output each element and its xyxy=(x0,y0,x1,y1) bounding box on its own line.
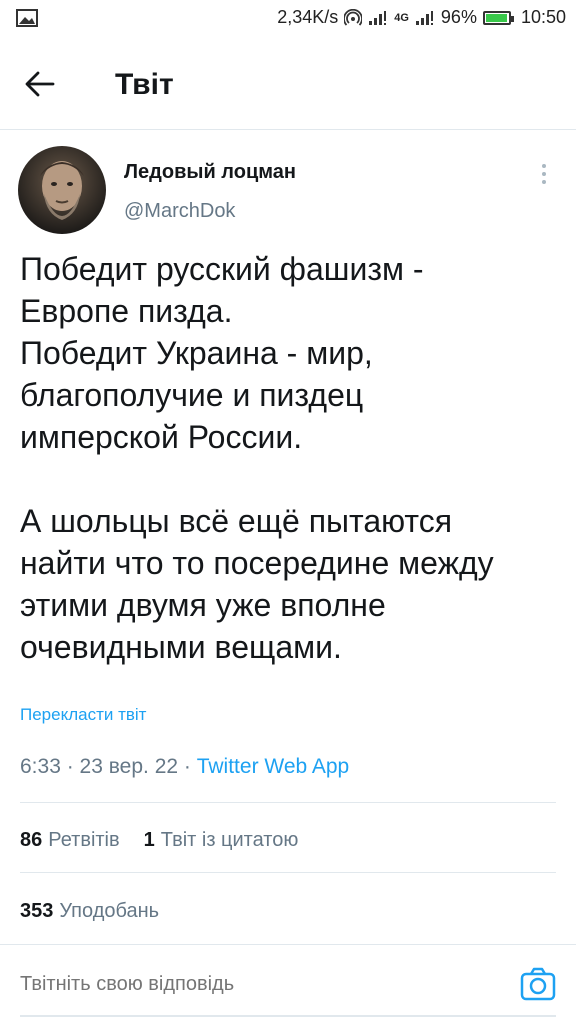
likes-count: 353 xyxy=(20,900,54,922)
reply-underline xyxy=(20,1015,556,1017)
likes-stat[interactable]: 353 Уподобань xyxy=(20,900,159,923)
signal-icon-2 xyxy=(415,10,435,26)
arrow-left-icon xyxy=(25,71,55,97)
quotes-label: Твіт із цитатою xyxy=(160,829,299,851)
app-header: Твіт xyxy=(0,38,576,130)
more-options-button[interactable] xyxy=(534,160,554,188)
battery-level xyxy=(485,13,507,22)
dot xyxy=(542,180,546,184)
clock: 10:50 xyxy=(520,7,566,27)
signal-icon xyxy=(368,10,388,26)
tweet-meta: 6:33 · 23 вер. 22 · Twitter Web App xyxy=(20,755,349,779)
quotes-count: 1 xyxy=(143,829,155,851)
tweet-text: Победит русский фашизм - Европе пизда. П… xyxy=(20,251,494,665)
camera-icon xyxy=(520,967,556,1001)
retweets-label: Ретвітів xyxy=(48,829,120,851)
network-type-icon: 4G xyxy=(394,12,409,24)
battery-icon xyxy=(482,10,514,25)
status-bar: 2,34K/s 4G 96% 10:50 xyxy=(0,0,576,38)
retweets-count: 86 xyxy=(20,829,43,851)
network-type: 4G xyxy=(394,11,409,24)
tweet-source-link[interactable]: Twitter Web App xyxy=(197,755,350,778)
back-button[interactable] xyxy=(18,66,62,102)
gallery-notification-icon xyxy=(16,9,38,27)
tweet-time: 6:33 xyxy=(20,755,61,778)
dot xyxy=(542,172,546,176)
translate-tweet-link[interactable]: Перекласти твіт xyxy=(20,705,146,725)
likes-label: Уподобань xyxy=(59,900,160,922)
divider xyxy=(20,802,556,803)
avatar[interactable] xyxy=(18,146,106,234)
retweets-stat[interactable]: 86 Ретвітів xyxy=(20,829,120,852)
network-speed: 2,34K/s xyxy=(277,7,339,27)
divider xyxy=(20,872,556,873)
separator: · xyxy=(183,755,197,778)
battery-percent: 96% xyxy=(440,7,477,27)
like-stats: 353 Уподобань xyxy=(20,900,159,923)
page-title: Твіт xyxy=(115,68,174,101)
author-handle[interactable]: @MarchDok xyxy=(124,200,235,223)
quotes-stat[interactable]: 1 Твіт із цитатою xyxy=(144,829,299,852)
author-name[interactable]: Ледовый лоцман xyxy=(124,161,296,184)
hotspot-icon xyxy=(344,8,363,27)
retweet-stats: 86 Ретвітів 1 Твіт із цитатою xyxy=(20,829,298,852)
reply-bar xyxy=(0,944,576,1024)
dot xyxy=(542,164,546,168)
reply-input[interactable] xyxy=(20,973,480,996)
camera-button[interactable] xyxy=(520,967,556,1001)
status-right: 2,34K/s 4G 96% 10:50 xyxy=(277,7,566,28)
tweet-date: 23 вер. 22 xyxy=(79,755,179,778)
separator: · xyxy=(66,755,80,778)
